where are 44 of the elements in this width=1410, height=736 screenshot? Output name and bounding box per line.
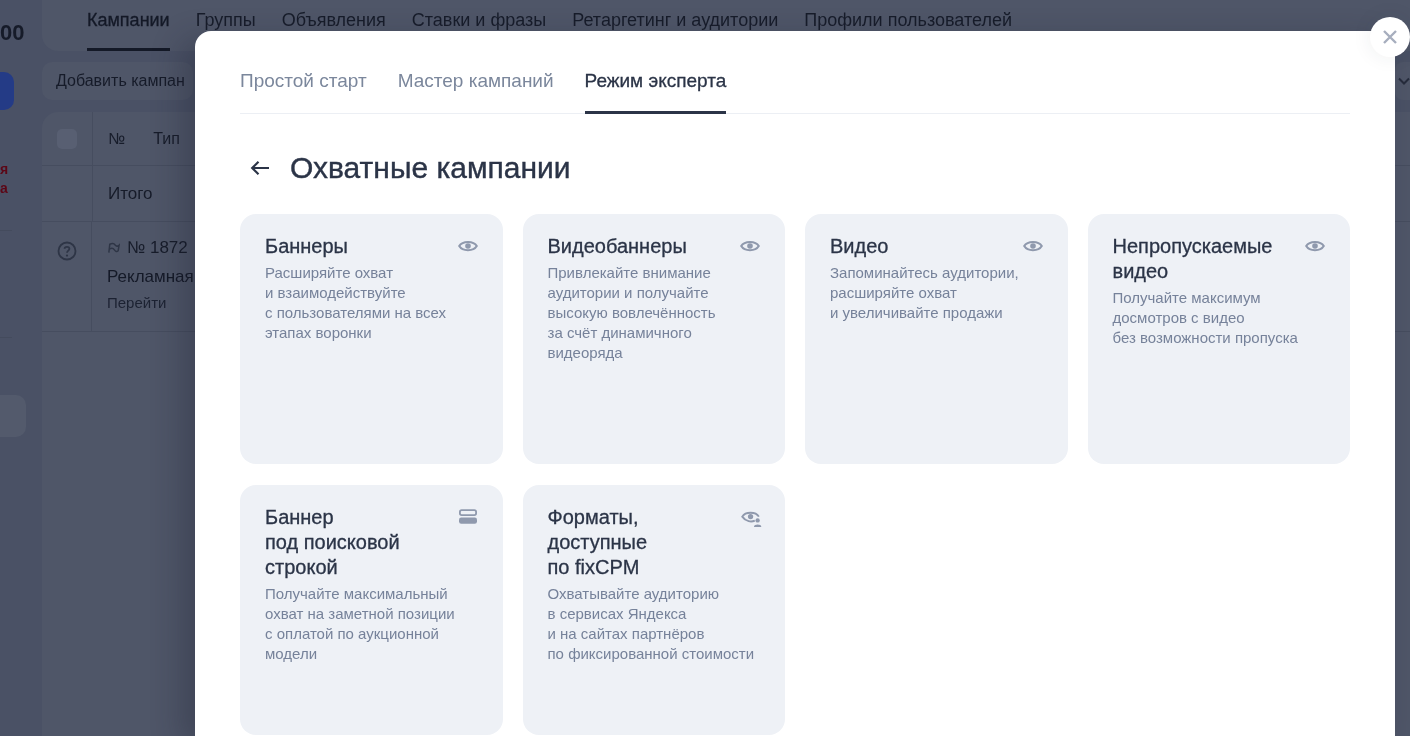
flag-icon (107, 242, 120, 254)
balance-text: 00 (0, 21, 25, 45)
card-description: Получайте максимальный охват на заметной позиции с оплатой по аукционной модели (265, 584, 455, 664)
card-description: Охватывайте аудиторию в сервисах Яндекса и на сайтах партнёров по фиксированной стоимости (547, 584, 755, 664)
campaign-type-card[interactable]: Непропускаемые видео Получайте максимум досмотров с видео без возможности пропуска (1087, 214, 1350, 464)
campaign-type-card[interactable]: Видеобаннеры Привлекайте внимание аудитории и получайте высокую вовлечённость за счёт динамичного видеоряда (522, 214, 785, 464)
eye-icon[interactable] (1305, 239, 1325, 253)
eye-icon[interactable] (457, 239, 478, 253)
card-title: Непропускаемые видео (1112, 234, 1273, 284)
add-campaign-button[interactable]: Добавить кампан (42, 62, 193, 100)
tab[interactable]: Кампании (87, 0, 170, 51)
stacked-rectangles-icon (458, 509, 477, 524)
section-title: Охватные кампании (290, 150, 571, 186)
campaign-type-card[interactable]: Видео Запоминайтесь аудитории, расширяйте охват и увеличивайте продажи (805, 214, 1068, 464)
card-description: Расширяйте охват и взаимодействуйте с пользователями на всех этапах воронки (265, 263, 447, 343)
card-description: Запоминайтесь аудитории, расширяйте охват и увеличивайте продажи (830, 263, 1019, 323)
campaign-type-card[interactable]: Баннер под поисковой строкой Получайте максимальный охват на заметной позиции с оплатой по аукционной модели (240, 485, 503, 735)
back-arrow-icon[interactable] (250, 160, 270, 176)
notice-text: а (0, 179, 8, 198)
campaign-type-card[interactable]: Баннеры Расширяйте охват и взаимодействуйте с пользователями на всех этапах воронки (240, 214, 503, 464)
card-title: Форматы, доступные по fixCPM (547, 505, 648, 580)
card-title: Баннер под поисковой строкой (265, 505, 400, 580)
caret-icon (1398, 77, 1410, 85)
campaign-type-card[interactable]: Форматы, доступные по fixCPM Охватывайте аудиторию в сервисах Яндекса и на сайтах партнёров по фиксированной стоимости (522, 485, 785, 735)
card-description: Получайте максимум досмотров с видео без возможности пропуска (1112, 288, 1298, 348)
tab[interactable]: Профили пользователей (804, 0, 1012, 51)
table-header-cell: № (108, 129, 126, 148)
card-title: Видео (830, 234, 889, 259)
eye-person-icon[interactable] (741, 510, 762, 527)
dropdown-button[interactable] (1395, 62, 1410, 100)
eye-icon[interactable] (1022, 239, 1043, 253)
campaign-name: Рекламная (107, 266, 194, 288)
close-icon (1382, 29, 1398, 45)
eye-icon[interactable] (740, 239, 760, 253)
tab[interactable]: Режим эксперта (584, 31, 727, 114)
card-title: Видеобаннеры (547, 234, 687, 259)
primary-button[interactable] (0, 72, 14, 110)
campaign-number: № 1872 (127, 237, 188, 259)
table-cell: Итого (108, 183, 153, 204)
notice-text: я (0, 160, 9, 179)
table-header-cell: Тип (153, 129, 180, 148)
help-icon[interactable] (56, 241, 77, 261)
card-description: Привлекайте внимание аудитории и получайте высокую вовлечённость за счёт динамичного видеоряда (547, 263, 716, 363)
card-title: Баннеры (265, 234, 348, 259)
